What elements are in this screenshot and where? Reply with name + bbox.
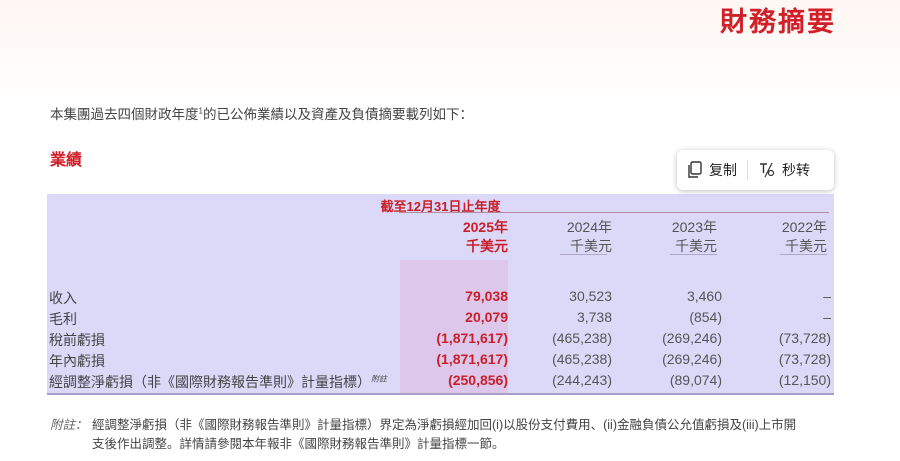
results-table: 截至12月31日止年度 2025年 千美元 2024年 千美元 2023年 千美… <box>47 194 834 395</box>
column-unit: 千美元 <box>466 238 508 254</box>
period-header-rule <box>399 212 829 213</box>
table-cell: – <box>823 288 831 304</box>
header-underline <box>780 254 827 255</box>
footnote: 附註： 經調整淨虧損（非《國際財務報告準則》計量指標）界定為淨虧損經加回(i)以… <box>50 416 850 454</box>
row-label-text: 經調整淨虧損（非《國際財務報告準則》計量指標） <box>49 374 371 390</box>
copy-icon <box>687 161 703 179</box>
row-label-adjusted-net-loss: 經調整淨虧損（非《國際財務報告準則》計量指標）附註 <box>49 372 387 392</box>
column-year: 2025年 <box>462 219 508 235</box>
convert-button[interactable]: 秒转 <box>748 150 820 190</box>
table-cell: (244,243) <box>552 372 612 388</box>
table-cell: 3,738 <box>576 309 612 325</box>
row-label-revenue: 收入 <box>49 290 77 306</box>
section-title: 業績 <box>50 152 83 169</box>
row-label-loss-for-year: 年內虧損 <box>49 353 105 369</box>
table-cell: (269,246) <box>662 351 722 367</box>
table-cell: – <box>823 309 831 325</box>
copy-button[interactable]: 复制 <box>677 150 747 190</box>
column-header-2022: 2022年 千美元 <box>719 218 827 256</box>
table-cell: (1,871,617) <box>436 351 508 367</box>
table-cell: (854) <box>689 309 722 325</box>
column-year: 2022年 <box>781 219 827 235</box>
row-label-note-marker: 附註 <box>371 374 387 384</box>
column-header-2025: 2025年 千美元 <box>400 218 508 256</box>
column-year: 2024年 <box>566 219 612 235</box>
table-cell: 79,038 <box>465 288 508 304</box>
page-title: 財務摘要 <box>720 7 836 38</box>
floating-toolbar: 复制 秒转 <box>677 150 834 190</box>
copy-button-label: 复制 <box>709 162 737 178</box>
footnote-line-1: 經調整淨虧損（非《國際財務報告準則》計量指標）界定為淨虧損經加回(i)以股份支付… <box>92 418 797 432</box>
intro-text-after: 的已公佈業績以及資產及負債摘要載列如下： <box>202 107 473 122</box>
table-cell: (465,238) <box>552 330 612 346</box>
row-label-loss-before-tax: 稅前虧損 <box>49 332 105 348</box>
intro-text-before: 本集團過去四個財政年度 <box>50 107 199 122</box>
table-cell: (250,856) <box>448 372 508 388</box>
table-cell: (89,074) <box>669 372 722 388</box>
column-header-2024: 2024年 千美元 <box>504 218 612 256</box>
intro-text: 本集團過去四個財政年度1的已公佈業績以及資產及負債摘要載列如下： <box>50 103 473 123</box>
convert-button-label: 秒转 <box>782 162 810 178</box>
table-cell: 30,523 <box>569 288 612 304</box>
table-cell: 20,079 <box>465 309 508 325</box>
footnote-label: 附註： <box>50 418 88 432</box>
table-cell: (1,871,617) <box>436 330 508 346</box>
convert-icon <box>758 161 776 179</box>
table-cell: (73,728) <box>778 330 831 346</box>
header-underline <box>560 254 607 255</box>
column-header-2023: 2023年 千美元 <box>609 218 717 256</box>
header-underline <box>670 254 717 255</box>
table-cell: (269,246) <box>662 330 722 346</box>
table-cell: 3,460 <box>686 288 722 304</box>
row-label-gross-profit: 毛利 <box>49 311 77 327</box>
footnote-line-2: 支後作出調整。詳情請參閱本年報非《國際財務報告準則》計量指標一節。 <box>92 437 505 451</box>
table-cell: (465,238) <box>552 351 612 367</box>
column-year: 2023年 <box>671 219 717 235</box>
table-cell: (12,150) <box>778 372 831 388</box>
table-cell: (73,728) <box>778 351 831 367</box>
